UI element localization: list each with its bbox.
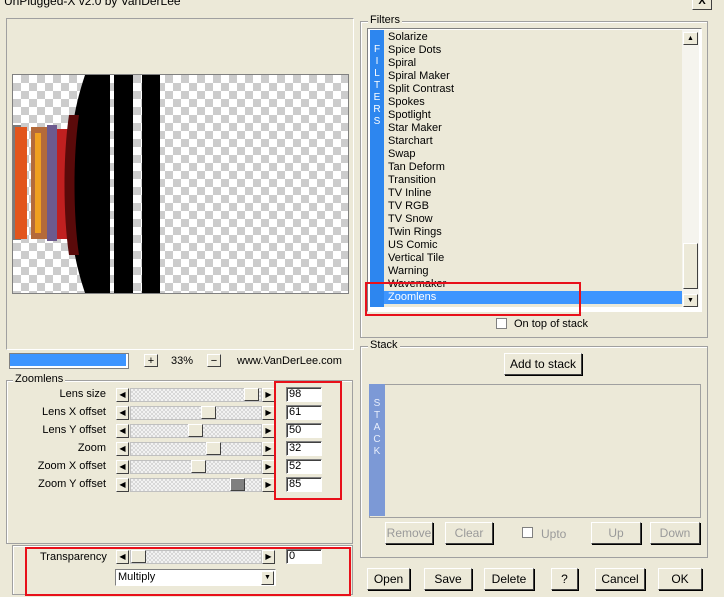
filter-item[interactable]: TV Inline — [388, 187, 431, 200]
filters-side-letter: S — [373, 116, 381, 127]
zoom-y-offset-decrease[interactable]: ◀ — [116, 478, 129, 492]
filter-item[interactable]: Spiral — [388, 57, 416, 70]
zoom-decrease[interactable]: ◀ — [116, 442, 129, 456]
lens-x-offset-slider[interactable] — [130, 406, 262, 420]
filter-item[interactable]: TV RGB — [388, 200, 429, 213]
filter-item[interactable]: TV Snow — [388, 213, 433, 226]
scroll-down-icon[interactable]: ▼ — [683, 294, 698, 307]
stack-group-label: Stack — [368, 339, 400, 351]
up-button[interactable]: Up — [591, 522, 641, 544]
stack-side-letter: S — [373, 398, 381, 409]
lens-size-label: Lens size — [59, 388, 106, 400]
transparency-highlight-box — [25, 547, 351, 596]
filter-item[interactable]: Spiral Maker — [388, 70, 450, 83]
filter-item[interactable]: Transition — [388, 174, 436, 187]
filter-item[interactable]: Twin Rings — [388, 226, 442, 239]
value-highlight-box — [274, 381, 342, 500]
stack-side-letter: T — [373, 410, 381, 421]
zoom-thumb[interactable] — [206, 442, 221, 455]
preview-artwork — [13, 75, 160, 293]
lens-size-thumb[interactable] — [244, 388, 259, 401]
zoom-x-offset-decrease[interactable]: ◀ — [116, 460, 129, 474]
on-top-checkbox[interactable] — [496, 318, 507, 329]
ok-button[interactable]: OK — [658, 568, 702, 590]
filters-side-letter: L — [374, 68, 380, 79]
zoom-level: 33% — [171, 355, 194, 367]
upto-label: Upto — [541, 527, 567, 541]
filter-item[interactable]: Star Maker — [388, 122, 442, 135]
filters-group-label: Filters — [368, 14, 402, 26]
filters-side-letter: E — [373, 92, 381, 103]
stack-side-letter: K — [373, 446, 381, 457]
filters-side-letter: F — [373, 44, 381, 55]
filter-item[interactable]: Swap — [388, 148, 416, 161]
scroll-up-icon[interactable]: ▲ — [683, 32, 698, 45]
add-to-stack-button[interactable]: Add to stack — [504, 353, 582, 375]
lens-x-offset-thumb[interactable] — [201, 406, 216, 419]
lens-x-offset-decrease[interactable]: ◀ — [116, 406, 129, 420]
stack-list[interactable] — [369, 384, 701, 518]
stack-side-letter: C — [373, 434, 381, 445]
remove-button[interactable]: Remove — [385, 522, 433, 544]
lens-size-slider[interactable] — [130, 388, 262, 402]
filter-item[interactable]: Vertical Tile — [388, 252, 444, 265]
zoom-label: Zoom — [77, 442, 106, 454]
filter-item[interactable]: Spotlight — [388, 109, 431, 122]
cancel-button[interactable]: Cancel — [595, 568, 645, 590]
down-button[interactable]: Down — [650, 522, 700, 544]
stack-side-strip: S T A C K — [369, 384, 385, 516]
filter-item[interactable]: Spokes — [388, 96, 425, 109]
lens-x-offset-label: Lens X offset — [41, 406, 106, 418]
filter-item[interactable]: Spice Dots — [388, 44, 441, 57]
filters-side-letter: R — [373, 104, 381, 115]
filter-item[interactable]: Split Contrast — [388, 83, 454, 96]
zoom-in-button[interactable]: + — [144, 354, 158, 367]
zoom-out-button[interactable]: − — [207, 354, 221, 367]
zoom-x-offset-thumb[interactable] — [191, 460, 206, 473]
zoom-x-offset-label: Zoom X offset — [37, 460, 106, 472]
filters-side-letter: T — [373, 80, 381, 91]
window-title: UnPlugged-X v2.0 by VanDerLee — [4, 0, 181, 8]
filter-item[interactable]: Solarize — [388, 31, 428, 44]
zoom-y-offset-label: Zoom Y offset — [38, 478, 106, 490]
delete-button[interactable]: Delete — [484, 568, 534, 590]
filter-item[interactable]: Starchart — [388, 135, 433, 148]
filter-item[interactable]: US Comic — [388, 239, 438, 252]
lens-y-offset-label: Lens Y offset — [42, 424, 106, 436]
lens-y-offset-decrease[interactable]: ◀ — [116, 424, 129, 438]
upto-checkbox[interactable] — [522, 527, 533, 538]
stack-side-letter: A — [373, 422, 381, 433]
lens-y-offset-thumb[interactable] — [188, 424, 203, 437]
close-button[interactable]: X — [692, 0, 712, 10]
clear-button[interactable]: Clear — [445, 522, 493, 544]
help-button[interactable]: ? — [551, 568, 578, 590]
filter-item[interactable]: Tan Deform — [388, 161, 445, 174]
zoom-y-offset-thumb[interactable] — [230, 478, 245, 491]
filters-side-letter: I — [375, 56, 379, 67]
filter-item[interactable]: Warning — [388, 265, 429, 278]
preview-image[interactable] — [12, 74, 349, 294]
on-top-label: On top of stack — [514, 318, 588, 330]
zoomlens-group-label: Zoomlens — [13, 373, 66, 385]
progress-bar-fill — [10, 354, 126, 366]
lens-size-decrease[interactable]: ◀ — [116, 388, 129, 402]
scroll-thumb[interactable] — [683, 243, 698, 289]
website-link[interactable]: www.VanDerLee.com — [237, 355, 342, 367]
save-button[interactable]: Save — [424, 568, 472, 590]
open-button[interactable]: Open — [367, 568, 410, 590]
selected-filter-highlight-box — [365, 282, 581, 316]
zoom-slider[interactable] — [130, 442, 262, 456]
filters-side-strip: F I L T E R S — [370, 30, 384, 307]
